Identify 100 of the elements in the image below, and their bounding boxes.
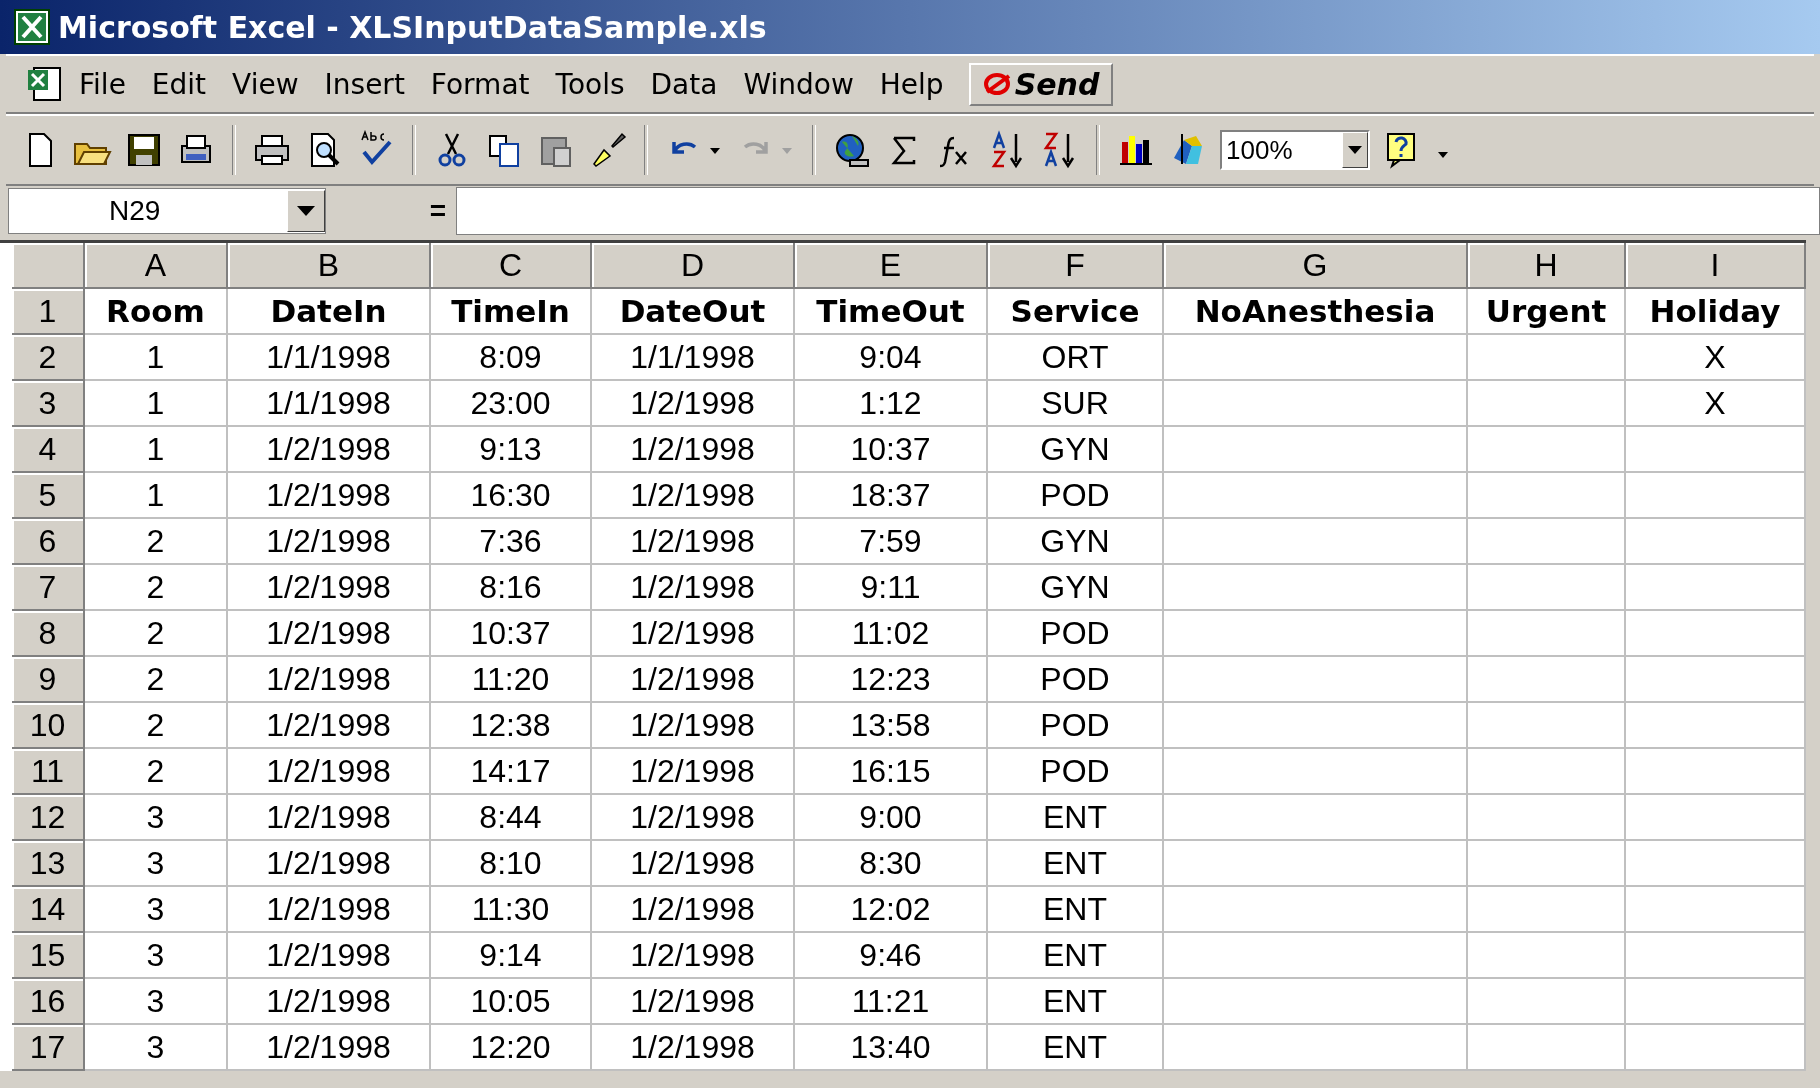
menu-item[interactable]: View xyxy=(219,63,312,105)
row-header[interactable]: 14 xyxy=(12,887,85,933)
table-cell: 3 xyxy=(85,795,228,841)
menu-item[interactable]: Edit xyxy=(138,63,220,105)
table-cell: ENT xyxy=(988,841,1164,887)
window-title: Microsoft Excel - XLSInputDataSample.xls xyxy=(58,9,767,45)
table-cell: 11:20 xyxy=(431,657,592,703)
table-cell: 1/2/1998 xyxy=(592,519,795,565)
row-header[interactable]: 16 xyxy=(12,979,85,1025)
row-header[interactable]: 10 xyxy=(12,703,85,749)
column-header[interactable]: F xyxy=(988,243,1164,289)
column-header[interactable]: C xyxy=(431,243,592,289)
table-cell: 1/2/1998 xyxy=(592,979,795,1025)
column-header[interactable]: I xyxy=(1626,243,1806,289)
spreadsheet-app-icon xyxy=(14,9,50,45)
table-cell: 2 xyxy=(85,657,228,703)
table-cell: 3 xyxy=(85,1025,228,1071)
table-cell: POD xyxy=(988,703,1164,749)
table-cell: 3 xyxy=(85,979,228,1025)
column-header[interactable]: A xyxy=(85,243,228,289)
table-cell: 9:14 xyxy=(431,933,592,979)
table-cell: 2 xyxy=(85,519,228,565)
row-header[interactable]: 2 xyxy=(12,335,85,381)
table-cell: GYN xyxy=(988,565,1164,611)
row-header[interactable]: 5 xyxy=(12,473,85,519)
equals-sign[interactable]: = xyxy=(326,195,456,227)
row-header[interactable]: 3 xyxy=(12,381,85,427)
table-cell: 1/2/1998 xyxy=(228,703,431,749)
column-header[interactable]: D xyxy=(592,243,795,289)
table-cell: 1/2/1998 xyxy=(228,841,431,887)
table-cell: 9:13 xyxy=(431,427,592,473)
menu-item[interactable]: Data xyxy=(637,63,731,105)
row-header[interactable]: 12 xyxy=(12,795,85,841)
row-header[interactable]: 15 xyxy=(12,933,85,979)
table-cell: 3 xyxy=(85,841,228,887)
table-cell: 1/2/1998 xyxy=(228,519,431,565)
table-cell: SUR xyxy=(988,381,1164,427)
table-cell: 2 xyxy=(85,565,228,611)
table-cell: 9:11 xyxy=(795,565,988,611)
table-cell: 8:44 xyxy=(431,795,592,841)
table-cell: 1/2/1998 xyxy=(228,887,431,933)
table-cell: 1 xyxy=(85,335,228,381)
formula-field[interactable] xyxy=(456,187,1820,235)
name-box[interactable]: N29 xyxy=(8,188,326,234)
table-cell: 1 xyxy=(85,473,228,519)
table-cell: ENT xyxy=(988,1025,1164,1071)
menu-item[interactable]: Tools xyxy=(542,63,638,105)
table-cell: 1/2/1998 xyxy=(592,611,795,657)
table-cell: 12:38 xyxy=(431,703,592,749)
table-cell: 2 xyxy=(85,703,228,749)
table-cell: 8:10 xyxy=(431,841,592,887)
table-cell: 8:09 xyxy=(431,335,592,381)
column-header[interactable]: E xyxy=(795,243,988,289)
column-header[interactable]: B xyxy=(228,243,431,289)
table-cell: 11:21 xyxy=(795,979,988,1025)
table-cell: 7:36 xyxy=(431,519,592,565)
table-cell: 7:59 xyxy=(795,519,988,565)
menu-item[interactable]: Format xyxy=(417,63,543,105)
table-cell: 1/2/1998 xyxy=(228,427,431,473)
table-cell: POD xyxy=(988,611,1164,657)
table-cell: 1/2/1998 xyxy=(228,565,431,611)
row-header[interactable]: 11 xyxy=(12,749,85,795)
table-cell: 1/2/1998 xyxy=(592,427,795,473)
column-header[interactable]: H xyxy=(1468,243,1626,289)
row-header[interactable]: 1 xyxy=(12,289,85,335)
table-cell: 1/2/1998 xyxy=(592,703,795,749)
table-cell: 1/2/1998 xyxy=(592,657,795,703)
table-cell: 1/1/1998 xyxy=(228,335,431,381)
header-cell: Room xyxy=(85,289,228,335)
send-button[interactable]: Send xyxy=(968,62,1114,106)
table-cell: POD xyxy=(988,473,1164,519)
row-header[interactable]: 8 xyxy=(12,611,85,657)
table-cell: POD xyxy=(988,749,1164,795)
row-header[interactable]: 7 xyxy=(12,565,85,611)
table-cell: 1/2/1998 xyxy=(228,1025,431,1071)
row-header[interactable]: 13 xyxy=(12,841,85,887)
table-cell: 13:40 xyxy=(795,1025,988,1071)
table-cell: 1/2/1998 xyxy=(228,933,431,979)
table-cell: 1/2/1998 xyxy=(592,749,795,795)
column-header[interactable]: G xyxy=(1164,243,1468,289)
row-header[interactable]: 17 xyxy=(12,1025,85,1071)
table-cell: 9:04 xyxy=(795,335,988,381)
table-cell: 16:15 xyxy=(795,749,988,795)
menu-item[interactable]: File xyxy=(66,63,139,105)
table-cell: 12:23 xyxy=(795,657,988,703)
header-cell: Holiday xyxy=(1626,289,1806,335)
header-cell: DateIn xyxy=(228,289,431,335)
menu-item[interactable]: Window xyxy=(730,63,867,105)
table-cell: 1/2/1998 xyxy=(592,887,795,933)
table-cell: GYN xyxy=(988,519,1164,565)
table-cell: X xyxy=(1626,381,1806,427)
menu-item[interactable]: Help xyxy=(866,63,957,105)
table-cell: 1/2/1998 xyxy=(228,611,431,657)
table-cell: 10:37 xyxy=(795,427,988,473)
menu-item[interactable]: Insert xyxy=(311,63,418,105)
zoom-dropdown[interactable]: 100% xyxy=(1220,130,1370,170)
row-header[interactable]: 6 xyxy=(12,519,85,565)
row-header[interactable]: 4 xyxy=(12,427,85,473)
row-header[interactable]: 9 xyxy=(12,657,85,703)
select-all-corner[interactable] xyxy=(12,243,85,289)
